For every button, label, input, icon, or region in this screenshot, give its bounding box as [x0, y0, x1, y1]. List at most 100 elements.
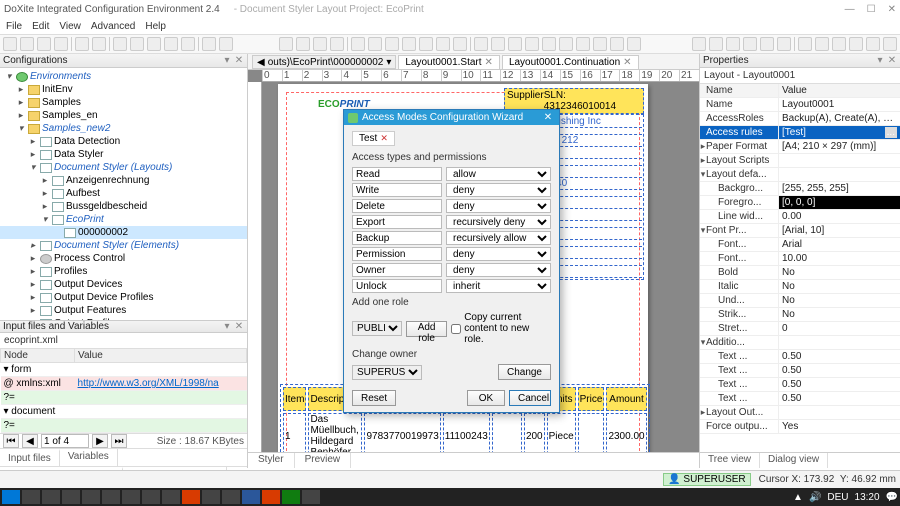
taskbar-item[interactable]: [182, 490, 200, 504]
taskbar-item[interactable]: [22, 490, 40, 504]
toolbar-btn[interactable]: [181, 37, 195, 51]
maximize-button[interactable]: ☐: [867, 4, 876, 15]
toolbar-btn[interactable]: [709, 37, 723, 51]
menu-edit[interactable]: Edit: [32, 21, 49, 32]
role-select[interactable]: PUBLIC: [352, 321, 402, 336]
close-icon[interactable]: ✕: [380, 133, 388, 144]
tab-preview[interactable]: Preview: [295, 453, 352, 468]
tree-item[interactable]: ▸Data Styler: [0, 148, 247, 161]
toolbar-btn[interactable]: [542, 37, 556, 51]
close-button[interactable]: ✕: [888, 4, 896, 15]
nav-page-input[interactable]: [41, 434, 89, 448]
close-icon[interactable]: ✕: [485, 57, 493, 68]
dropdown-icon[interactable]: ▾: [386, 57, 391, 68]
panel-pin-icon[interactable]: ▾: [222, 56, 232, 66]
toolbar-btn[interactable]: [3, 37, 17, 51]
add-role-button[interactable]: Add role: [406, 321, 447, 337]
vars-table[interactable]: NodeValue ▾ form @ xmlns:xmlhttp://www.w…: [0, 348, 247, 433]
toolbar-btn[interactable]: [113, 37, 127, 51]
toolbar-btn[interactable]: [368, 37, 382, 51]
tray-icon[interactable]: ▲: [793, 492, 803, 503]
property-row[interactable]: NameLayout0001: [700, 98, 900, 112]
property-row[interactable]: ▸Layout Out...: [700, 406, 900, 420]
tree-item[interactable]: ▾EcoPrint: [0, 213, 247, 226]
tree-item[interactable]: ▸Profiles: [0, 265, 247, 278]
taskbar-item[interactable]: [222, 490, 240, 504]
perm-select[interactable]: allow: [446, 167, 551, 181]
taskbar-item[interactable]: [162, 490, 180, 504]
toolbar-btn[interactable]: [164, 37, 178, 51]
property-row[interactable]: ▸Layout Scripts: [700, 154, 900, 168]
property-row[interactable]: Backgro...[255, 255, 255]: [700, 182, 900, 196]
toolbar-btn[interactable]: [593, 37, 607, 51]
toolbar-btn[interactable]: [402, 37, 416, 51]
taskbar-item[interactable]: [82, 490, 100, 504]
tree-item[interactable]: ▸Process Control: [0, 252, 247, 265]
panel-pin-icon[interactable]: ▾: [222, 322, 232, 332]
tab-tree-view[interactable]: Tree view: [700, 453, 760, 468]
toolbar-btn[interactable]: [866, 37, 880, 51]
toolbar-btn[interactable]: [777, 37, 791, 51]
toolbar-btn[interactable]: [37, 37, 51, 51]
property-row[interactable]: Und...No: [700, 294, 900, 308]
toolbar-btn[interactable]: [576, 37, 590, 51]
close-icon[interactable]: ✕: [623, 57, 631, 68]
toolbar-btn[interactable]: [610, 37, 624, 51]
toolbar-btn[interactable]: [627, 37, 641, 51]
menu-file[interactable]: File: [6, 21, 22, 32]
taskbar-item[interactable]: [242, 490, 260, 504]
tree-item[interactable]: ▾Environments: [0, 70, 247, 83]
tree-item[interactable]: 000000002: [0, 226, 247, 239]
property-row[interactable]: Line wid...0.00: [700, 210, 900, 224]
minimize-button[interactable]: —: [845, 4, 855, 15]
toolbar-btn[interactable]: [726, 37, 740, 51]
property-row[interactable]: Text ...0.50: [700, 364, 900, 378]
toolbar-btn[interactable]: [351, 37, 365, 51]
taskbar-item[interactable]: [302, 490, 320, 504]
toolbar-btn[interactable]: [798, 37, 812, 51]
tree-item[interactable]: ▸Output Device Profiles: [0, 291, 247, 304]
menu-view[interactable]: View: [59, 21, 81, 32]
toolbar-btn[interactable]: [385, 37, 399, 51]
toolbar-btn[interactable]: [147, 37, 161, 51]
perm-select[interactable]: deny: [446, 247, 551, 261]
dialog-close-button[interactable]: ✕: [541, 112, 555, 123]
property-row[interactable]: Text ...0.50: [700, 378, 900, 392]
toolbar-btn[interactable]: [692, 37, 706, 51]
toolbar-btn[interactable]: [849, 37, 863, 51]
toolbar-btn[interactable]: [20, 37, 34, 51]
toolbar-btn[interactable]: [453, 37, 467, 51]
tree-item[interactable]: ▸Samples_en: [0, 109, 247, 122]
property-row[interactable]: ▾Font Pr...[Arial, 10]: [700, 224, 900, 238]
perm-select[interactable]: recursively deny: [446, 215, 551, 229]
cancel-button[interactable]: Cancel: [509, 390, 551, 406]
property-row[interactable]: Text ...0.50: [700, 392, 900, 406]
taskbar-item[interactable]: [62, 490, 80, 504]
reset-button[interactable]: Reset: [352, 390, 396, 406]
property-row[interactable]: Text ...0.50: [700, 350, 900, 364]
dialog-tab-test[interactable]: Test✕: [352, 131, 395, 146]
toolbar-btn[interactable]: [436, 37, 450, 51]
lang-indicator[interactable]: DEU: [827, 492, 848, 503]
ok-button[interactable]: OK: [467, 390, 505, 406]
tree-item[interactable]: ▾Samples_new2: [0, 122, 247, 135]
tree-item[interactable]: ▸Aufbest: [0, 187, 247, 200]
taskbar-item[interactable]: [282, 490, 300, 504]
toolbar-btn[interactable]: [296, 37, 310, 51]
property-row[interactable]: Stret...0: [700, 322, 900, 336]
tree-item[interactable]: ▸Data Detection: [0, 135, 247, 148]
perm-select[interactable]: deny: [446, 183, 551, 197]
tab-layout-continuation[interactable]: Layout0001.Continuation✕: [502, 55, 639, 69]
owner-select[interactable]: SUPERUSER: [352, 365, 422, 380]
config-tree[interactable]: ▾Environments▸InitEnv▸Samples▸Samples_en…: [0, 68, 247, 320]
taskbar-item[interactable]: [262, 490, 280, 504]
tree-item[interactable]: ▸Document Styler (Elements): [0, 239, 247, 252]
nav-prev[interactable]: ◀: [22, 434, 38, 448]
menu-advanced[interactable]: Advanced: [91, 21, 135, 32]
tree-item[interactable]: ▸Bussgeldbescheid: [0, 200, 247, 213]
tree-item[interactable]: ▾Document Styler (Layouts): [0, 161, 247, 174]
change-button[interactable]: Change: [498, 364, 551, 380]
property-row[interactable]: Strik...No: [700, 308, 900, 322]
toolbar-btn[interactable]: [219, 37, 233, 51]
dialog-titlebar[interactable]: Access Modes Configuration Wizard ✕: [344, 110, 559, 125]
